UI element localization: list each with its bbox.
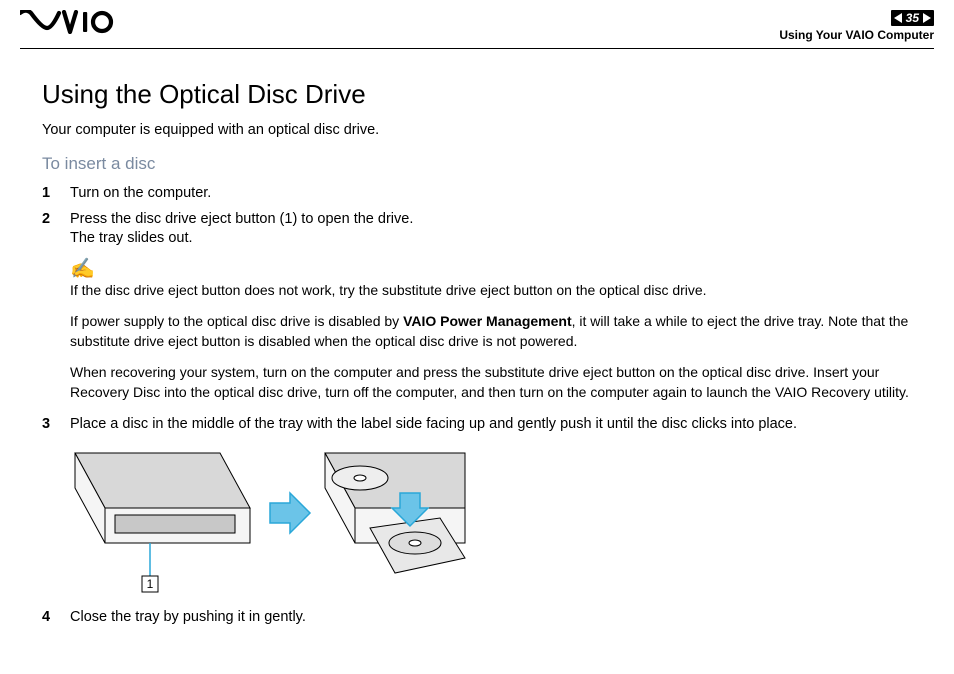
prev-page-icon[interactable] — [894, 13, 902, 23]
step-1: 1 Turn on the computer. — [42, 184, 912, 204]
page-title: Using the Optical Disc Drive — [42, 79, 912, 110]
step-2: 2 Press the disc drive eject button (1) … — [42, 210, 912, 249]
step-text: Press the disc drive eject button (1) to… — [70, 210, 912, 249]
note-paragraph: If the disc drive eject button does not … — [70, 281, 912, 301]
step-number: 3 — [42, 415, 70, 435]
section-subhead: To insert a disc — [42, 154, 912, 174]
breadcrumb: Using Your VAIO Computer — [779, 28, 934, 42]
callout-label: 1 — [147, 577, 154, 591]
step-number: 2 — [42, 210, 70, 249]
note-paragraph: When recovering your system, turn on the… — [70, 363, 912, 402]
vaio-logo — [20, 10, 130, 34]
step-text: Place a disc in the middle of the tray w… — [70, 415, 912, 435]
instruction-figure: 1 — [70, 448, 912, 598]
page-indicator: 35 — [891, 10, 934, 26]
note-icon: ✍ — [70, 259, 912, 279]
step-4: 4 Close the tray by pushing it in gently… — [42, 608, 912, 628]
step-text: Turn on the computer. — [70, 184, 912, 204]
next-page-icon[interactable] — [923, 13, 931, 23]
page-number: 35 — [906, 11, 919, 25]
note-paragraph: If power supply to the optical disc driv… — [70, 312, 912, 351]
step-text: Close the tray by pushing it in gently. — [70, 608, 912, 628]
intro-text: Your computer is equipped with an optica… — [42, 122, 912, 138]
step-number: 1 — [42, 184, 70, 204]
step-number: 4 — [42, 608, 70, 628]
step-3: 3 Place a disc in the middle of the tray… — [42, 415, 912, 435]
